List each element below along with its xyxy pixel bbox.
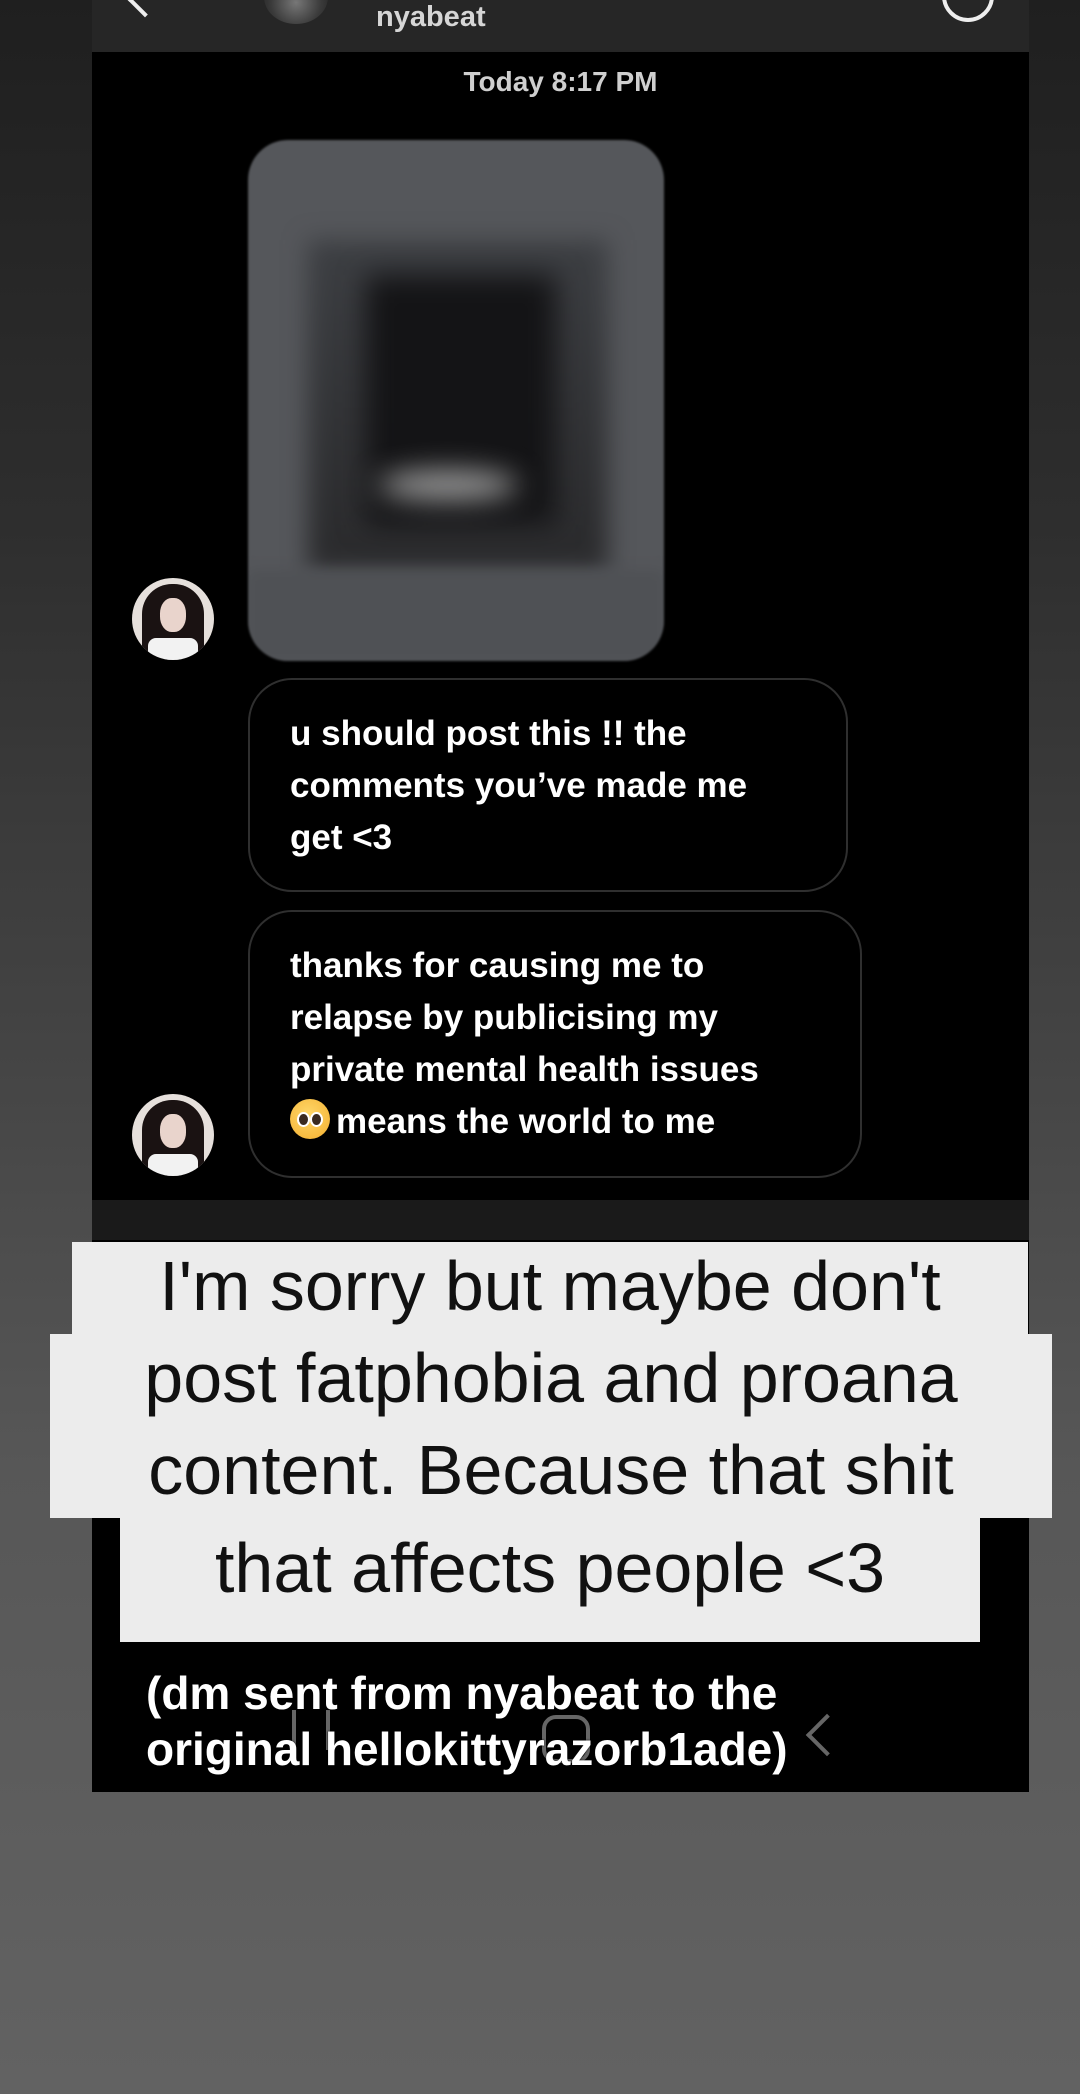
message-line: means the world to me (290, 1096, 820, 1148)
pleading-face-icon (290, 1099, 330, 1139)
avatar-collar (148, 638, 198, 660)
composer-strip (92, 1200, 1029, 1240)
message-line: get <3 (290, 818, 393, 857)
message-line: u should post this !! the (290, 714, 687, 753)
avatar-face (160, 598, 186, 632)
message-line: comments you’ve made me (290, 766, 748, 805)
footer-caption: (dm sent from nyabeat to the original he… (146, 1665, 788, 1777)
photo-blur-band (248, 570, 664, 661)
back-arrow-icon[interactable] (126, 0, 164, 18)
contact-name[interactable]: nyabeat (376, 0, 486, 34)
message-line: thanks for causing me to (290, 946, 705, 985)
photo-blur-glow (378, 470, 518, 500)
caption-line: that affects people <3 (120, 1518, 980, 1642)
info-icon[interactable] (942, 0, 994, 22)
sender-avatar[interactable] (132, 578, 214, 660)
message-bubble[interactable]: u should post this !! the comments you’v… (248, 678, 848, 892)
back-nav-icon[interactable] (805, 1713, 849, 1757)
avatar-face (160, 1114, 186, 1148)
avatar-collar (148, 1154, 198, 1176)
message-line-text: means the world to me (336, 1102, 716, 1141)
chat-header: nyabeat (92, 0, 1029, 52)
caption-line: content. Because that shit (50, 1426, 1052, 1518)
caption-line: I'm sorry but maybe don't (72, 1242, 1028, 1334)
caption-line: post fatphobia and proana (50, 1334, 1052, 1426)
photo-message[interactable] (248, 140, 664, 661)
sender-avatar[interactable] (132, 1094, 214, 1176)
contact-avatar[interactable] (264, 0, 328, 24)
message-bubble[interactable]: thanks for causing me to relapse by publ… (248, 910, 862, 1178)
footer-line: original hellokittyrazorb1ade) (146, 1723, 788, 1775)
footer-line: (dm sent from nyabeat to the (146, 1667, 778, 1719)
message-timestamp: Today 8:17 PM (463, 66, 658, 97)
message-line: private mental health issues (290, 1050, 759, 1089)
message-line: relapse by publicising my (290, 998, 718, 1037)
